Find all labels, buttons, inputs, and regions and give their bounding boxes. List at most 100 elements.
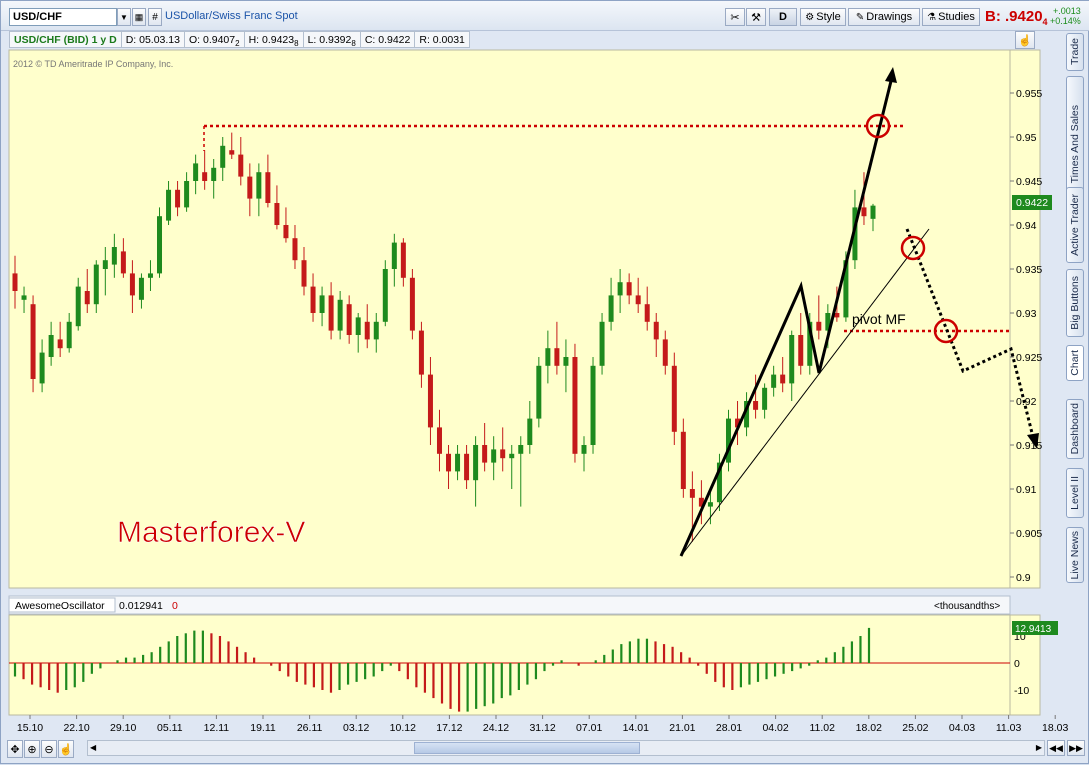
- symbol-lookup-button[interactable]: ▦: [132, 8, 146, 26]
- candle-body: [563, 357, 569, 366]
- candle-body: [590, 365, 596, 445]
- price-change: +.0013 +0.14%: [1050, 6, 1081, 26]
- time-tick-label: 22.10: [63, 722, 89, 734]
- oscillator-panel: [8, 614, 1011, 716]
- hand-pointer-icon: ☝: [59, 743, 73, 756]
- arrow-head-up: [885, 67, 897, 83]
- scroll-right-icon[interactable]: ▶: [1036, 743, 1042, 752]
- pointer-button[interactable]: ☝: [58, 740, 74, 758]
- candle-body: [446, 453, 452, 472]
- osc-last-tag: [1012, 621, 1058, 635]
- time-tick-label: 17.12: [436, 722, 462, 734]
- oscillator-axis-panel: [1009, 614, 1041, 716]
- info-low-sup: 8: [351, 39, 356, 49]
- pan-button[interactable]: ✥: [7, 740, 23, 758]
- candle-body: [382, 269, 388, 322]
- symbol-input[interactable]: USD/CHF: [9, 8, 117, 26]
- tab-chart[interactable]: Chart: [1066, 345, 1084, 381]
- price-tick-label: 0.945: [1016, 176, 1042, 188]
- price-tick-label: 0.9: [1016, 572, 1031, 584]
- scroll-end-button[interactable]: ▶▶: [1067, 740, 1085, 756]
- candle-body: [464, 453, 470, 481]
- symbol-dropdown-button[interactable]: ▼: [117, 8, 131, 26]
- scroll-thumb[interactable]: [414, 742, 640, 754]
- info-open: O: 0.94072: [184, 31, 245, 48]
- candle-body: [84, 291, 90, 305]
- fast-forward-icon: ▶▶: [1069, 742, 1083, 753]
- candle-body: [455, 453, 461, 472]
- candle-body: [265, 172, 271, 203]
- time-tick-label: 25.02: [902, 722, 928, 734]
- candle-body: [744, 401, 750, 428]
- studies-button[interactable]: ⚗ Studies: [922, 8, 980, 26]
- tab-level-ii[interactable]: Level II: [1066, 468, 1084, 518]
- candle-body: [12, 273, 18, 291]
- candle-body: [662, 339, 668, 366]
- price-tick-label: 0.955: [1016, 88, 1042, 100]
- tab-live-news[interactable]: Live News: [1066, 527, 1084, 583]
- candle-body: [247, 176, 253, 199]
- tab-active-trader[interactable]: Active Trader: [1066, 187, 1084, 263]
- candle-body: [409, 277, 415, 331]
- tab-trade[interactable]: Trade: [1066, 33, 1084, 71]
- candle-body: [500, 449, 506, 459]
- period-label: D: [779, 11, 787, 23]
- scroll-left-icon[interactable]: ◀: [90, 743, 96, 752]
- tab-level-ii-label: Level II: [1069, 476, 1081, 510]
- style-button[interactable]: ⚙ Style: [800, 8, 846, 26]
- wrench-button[interactable]: ⚒: [746, 8, 766, 26]
- candle-body: [527, 418, 533, 445]
- pivot-label: pivot MF: [852, 311, 906, 327]
- price-axis-panel: [1009, 49, 1041, 589]
- candle-body: [427, 374, 433, 428]
- zoom-in-button[interactable]: ⊕: [24, 740, 40, 758]
- hash-button[interactable]: #: [148, 8, 162, 26]
- osc-tick-label: -10: [1014, 685, 1029, 697]
- bid-value: .9420: [1005, 8, 1043, 25]
- ohlc-info-bar: USD/CHF (BID) 1 y D D: 05.03.13 O: 0.940…: [9, 31, 470, 48]
- candle-body: [581, 445, 587, 454]
- chart-svg: 2012 © TD Ameritrade IP Company, Inc. 0.…: [8, 49, 1068, 734]
- tab-dashboard[interactable]: Dashboard: [1066, 399, 1084, 459]
- tools-button[interactable]: ✂: [725, 8, 745, 26]
- time-scrollbar[interactable]: ◀ ▶: [87, 740, 1045, 756]
- candle-body: [716, 462, 722, 503]
- watermark-text: Masterforex-V: [117, 516, 305, 549]
- studies-icon: ⚗: [927, 11, 937, 23]
- chevron-down-icon: ▼: [120, 12, 128, 22]
- tab-big-buttons[interactable]: Big Buttons: [1066, 269, 1084, 337]
- wave-path: [679, 72, 895, 557]
- time-tick-label: 10.12: [390, 722, 416, 734]
- candle-body: [753, 401, 759, 410]
- candle-body: [473, 445, 479, 481]
- price-tick-label: 0.935: [1016, 264, 1042, 276]
- zoom-out-button[interactable]: ⊖: [41, 740, 57, 758]
- symbol-description-link[interactable]: USDollar/Swiss Franc Spot: [165, 10, 298, 22]
- copyright-text: 2012 © TD Ameritrade IP Company, Inc.: [13, 59, 173, 69]
- candle-body: [653, 321, 659, 340]
- candle-body: [337, 299, 343, 331]
- osc-bars-group: [13, 627, 871, 712]
- tab-times-and-sales-label: Times And Sales: [1069, 104, 1081, 184]
- chart-settings-button[interactable]: ☝: [1015, 31, 1035, 49]
- candle-body: [229, 150, 235, 155]
- osc-value2: 0: [172, 600, 178, 612]
- style-icon: ⚙: [805, 11, 815, 23]
- osc-last-text: 12.9413: [1015, 624, 1052, 635]
- candle-body: [825, 313, 831, 331]
- pencil-icon: ✎: [855, 11, 865, 23]
- time-tick-label: 19.11: [250, 722, 276, 734]
- info-high: H: 0.94238: [244, 31, 304, 48]
- time-tick-label: 05.11: [157, 722, 183, 734]
- time-tick-label: 14.01: [623, 722, 649, 734]
- tab-trade-label: Trade: [1069, 38, 1081, 66]
- time-tick-label: 04.02: [762, 722, 788, 734]
- price-panel: [8, 49, 1011, 589]
- candle-body: [364, 321, 370, 340]
- candle-body: [355, 317, 361, 335]
- scroll-start-button[interactable]: ◀◀: [1047, 740, 1065, 756]
- drawings-button[interactable]: ✎ Drawings: [848, 8, 920, 26]
- period-button[interactable]: D: [769, 8, 797, 26]
- candle-body: [509, 453, 515, 459]
- time-tick-label: 15.10: [17, 722, 43, 734]
